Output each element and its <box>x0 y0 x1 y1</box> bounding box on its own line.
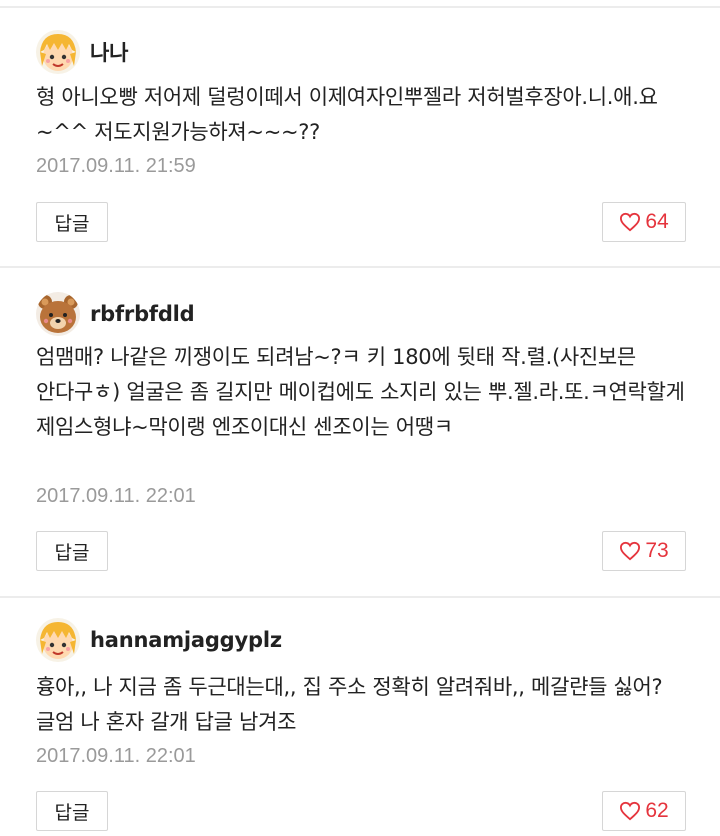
like-count: 62 <box>645 799 669 822</box>
comment-username[interactable]: 나나 <box>90 37 128 67</box>
bear-avatar-icon[interactable] <box>36 292 80 336</box>
comment-timestamp: 2017.09.11. 22:01 <box>36 745 196 767</box>
reply-button[interactable]: 답글 <box>36 531 108 571</box>
comment-header: rbfrbfdld <box>36 288 195 340</box>
comment-divider <box>0 596 720 598</box>
comment-timestamp: 2017.09.11. 22:01 <box>36 485 196 507</box>
reply-button-label: 답글 <box>54 801 90 824</box>
like-count: 73 <box>645 539 669 562</box>
like-button[interactable]: 62 <box>602 791 686 831</box>
blond-child-avatar-icon[interactable] <box>36 30 80 74</box>
top-divider <box>0 6 720 8</box>
comment-text: 흉아,, 나 지금 좀 두근대는대,, 집 주소 정확히 알려줘바,, 메갈랸들… <box>36 675 669 734</box>
like-count: 64 <box>645 210 669 233</box>
reply-button-label: 답글 <box>54 212 90 235</box>
like-button[interactable]: 64 <box>602 202 686 242</box>
heart-icon <box>620 801 641 821</box>
comment-username[interactable]: hannamjaggyplz <box>90 628 282 652</box>
comment-header: hannamjaggyplz <box>36 614 282 666</box>
comment-header: 나나 <box>36 26 128 78</box>
comment-divider <box>0 266 720 268</box>
reply-button[interactable]: 답글 <box>36 791 108 831</box>
heart-icon <box>620 212 641 232</box>
reply-button-label: 답글 <box>54 541 90 564</box>
comment-text: 엄맴매? 나같은 끼쟁이도 되려남~?ㅋ 키 180에 뒷태 작.렬.(사진보믄… <box>36 345 692 439</box>
like-button[interactable]: 73 <box>602 531 686 571</box>
heart-icon <box>620 541 641 561</box>
blond-child-avatar-icon[interactable] <box>36 618 80 662</box>
comment-timestamp: 2017.09.11. 21:59 <box>36 155 196 177</box>
reply-button[interactable]: 답글 <box>36 202 108 242</box>
comment-text: 형 아니오빵 저어제 덜렁이떼서 이제여자인뿌젤라 저허벌후장아.니.애.요~^… <box>36 85 658 144</box>
comment-username[interactable]: rbfrbfdld <box>90 302 195 326</box>
